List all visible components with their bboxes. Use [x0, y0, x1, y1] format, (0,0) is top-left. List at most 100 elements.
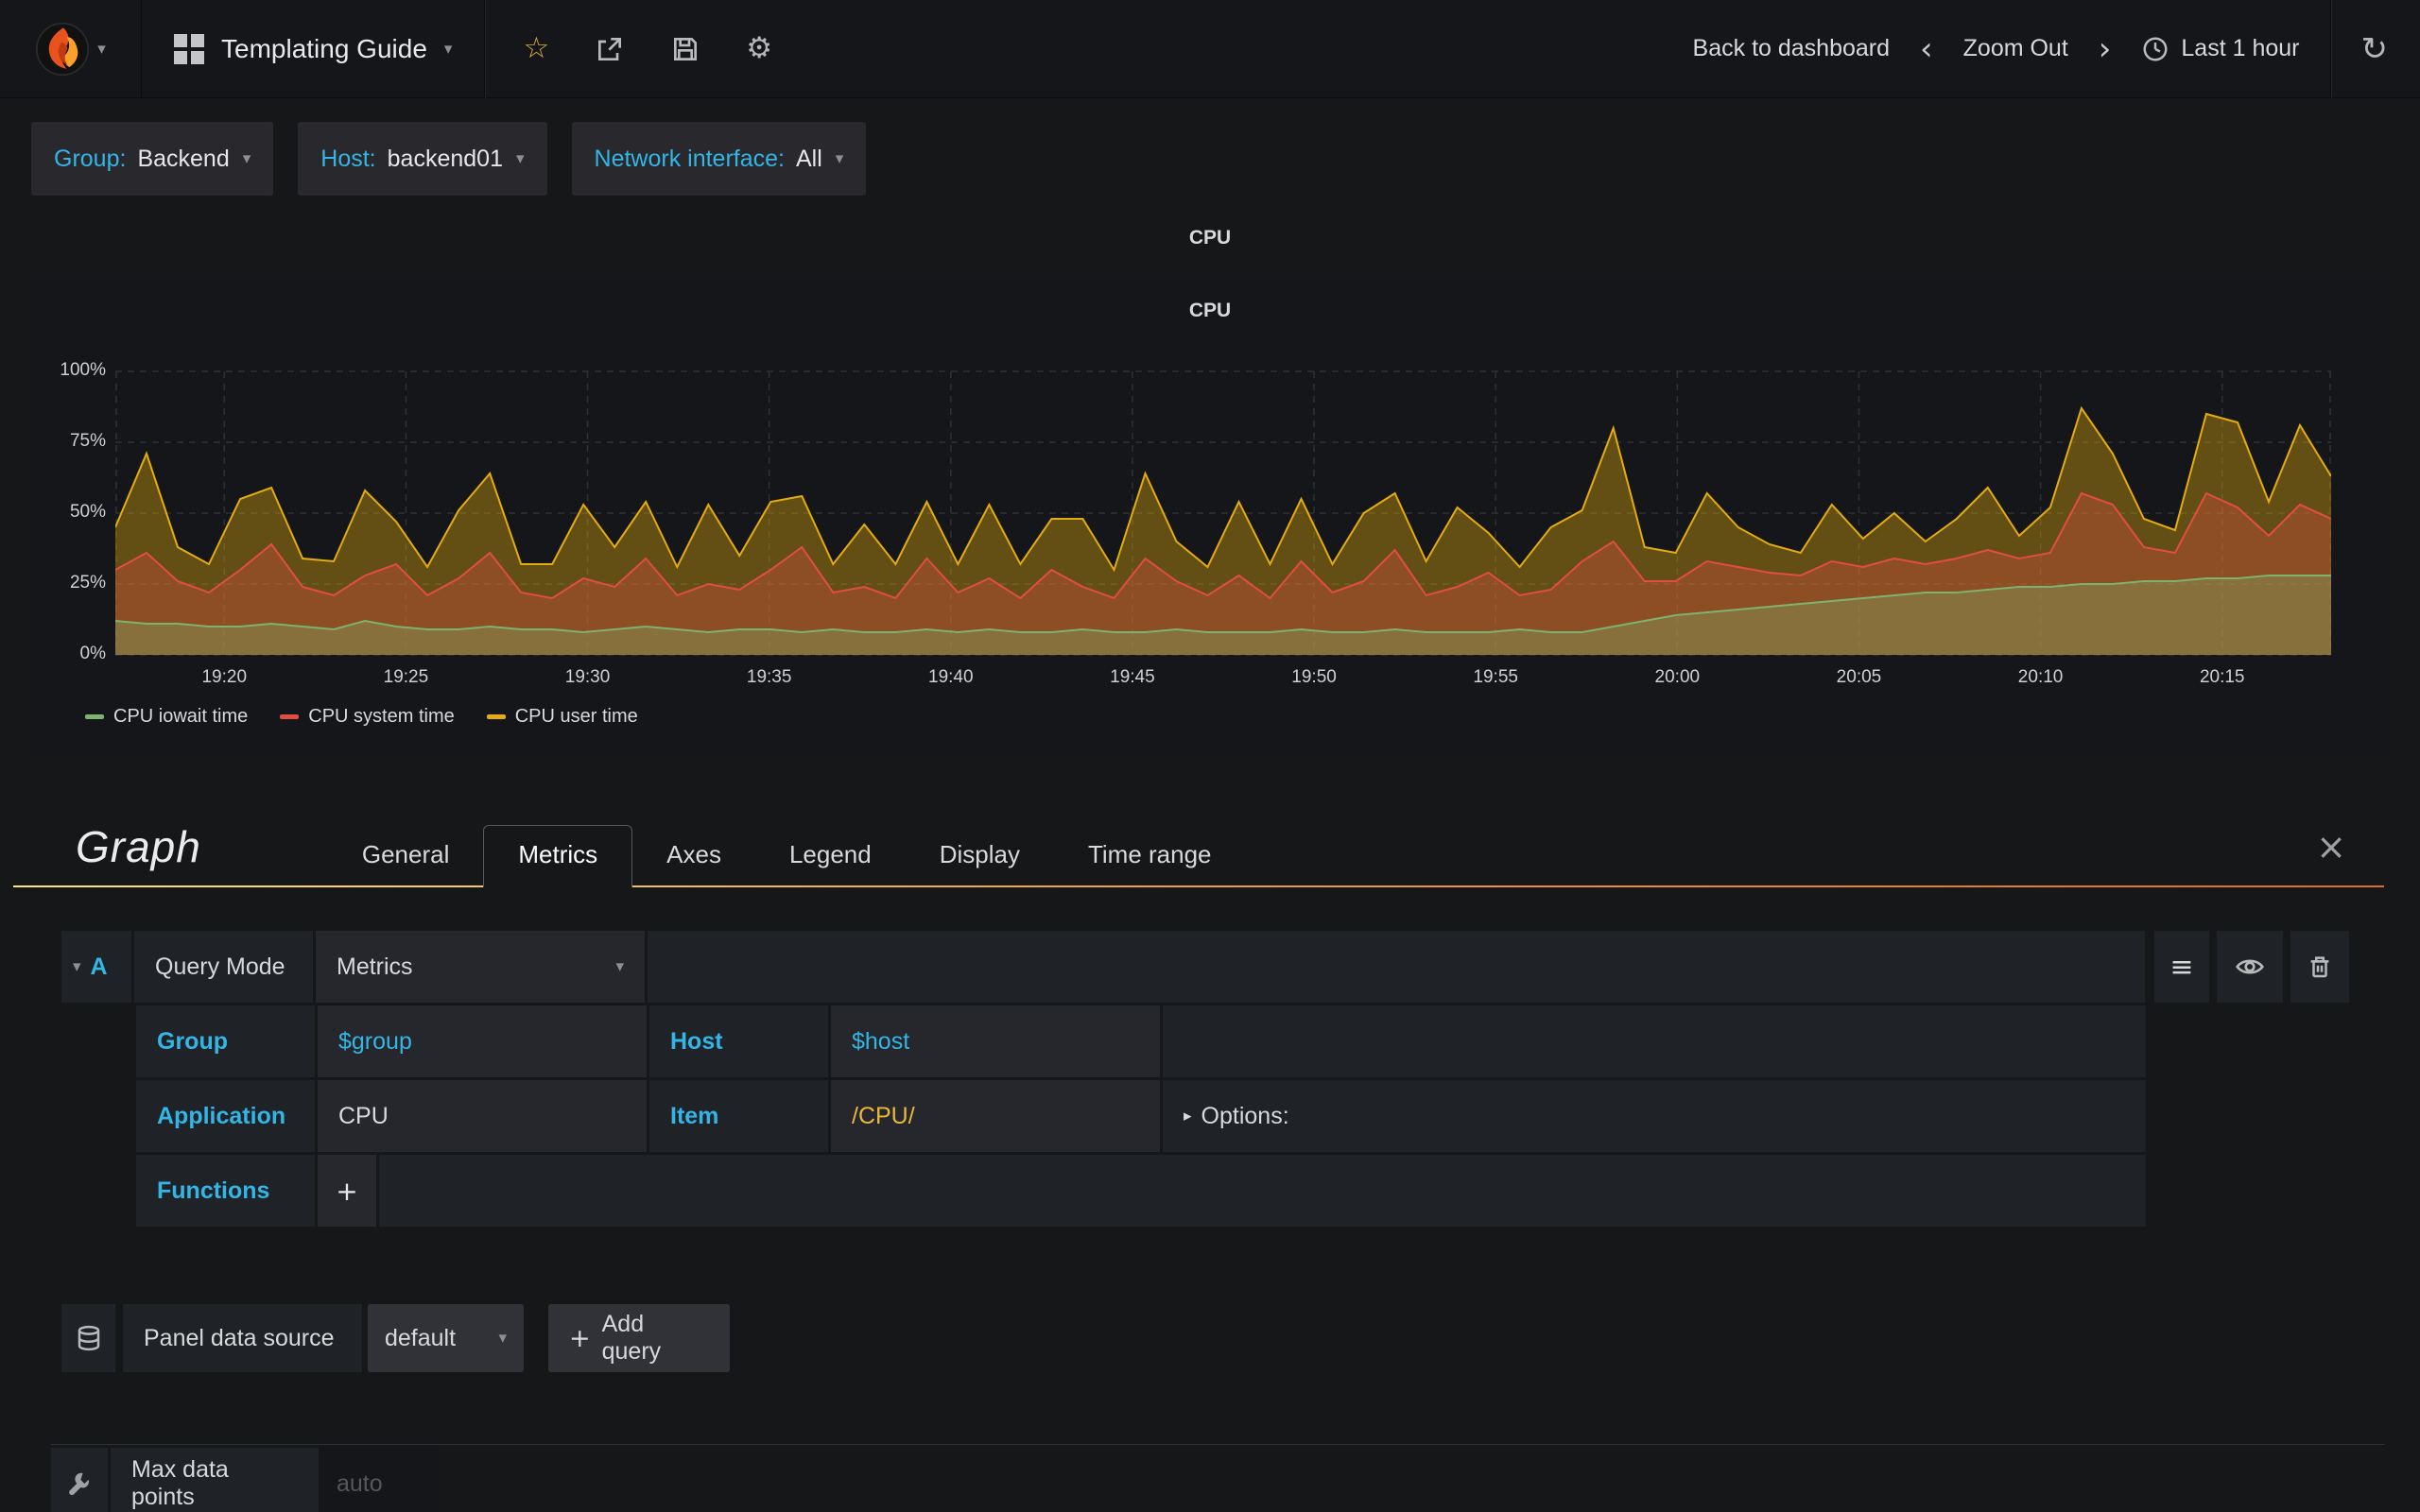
y-axis-tick: 25% — [69, 573, 106, 593]
grafana-flame-icon — [36, 22, 90, 76]
cpu-graph[interactable] — [115, 370, 2331, 656]
title-caret-icon: ▾ — [443, 39, 453, 59]
max-data-points-input[interactable] — [321, 1448, 439, 1512]
star-icon[interactable]: ☆ — [523, 34, 549, 63]
variable-dropdown-host[interactable]: Host: backend01 ▾ — [298, 122, 547, 196]
x-axis-tick: 19:30 — [564, 667, 611, 687]
caret-down-icon: ▾ — [242, 149, 251, 168]
query-row-application-item: Application CPU Item /CPU/ ▸ Options: — [136, 1080, 2146, 1152]
variable-label: Network interface: — [594, 145, 785, 172]
navbar-divider — [2329, 0, 2331, 98]
dashboard-title-dropdown[interactable]: Templating Guide ▾ — [142, 0, 484, 97]
panel-header-title[interactable]: CPU — [0, 222, 2420, 254]
time-range-picker[interactable]: Last 1 hour — [2141, 35, 2300, 63]
x-axis-tick: 19:55 — [1473, 667, 1518, 687]
legend-item[interactable]: CPU system time — [280, 706, 455, 728]
grafana-logo[interactable]: ▾ — [0, 0, 142, 97]
legend-swatch — [280, 714, 300, 719]
add-function-button[interactable]: + — [318, 1155, 376, 1227]
plus-icon: + — [569, 1323, 591, 1353]
variable-value: backend01 — [387, 145, 503, 172]
max-data-points-label: Max data points — [111, 1448, 319, 1512]
close-editor-icon[interactable]: × — [2316, 826, 2346, 868]
legend-label: CPU user time — [514, 706, 638, 727]
application-field-value: CPU — [338, 1102, 389, 1129]
back-to-dashboard-button[interactable]: Back to dashboard — [1693, 35, 1890, 62]
time-shift-left-icon[interactable]: ‹ — [1920, 33, 1933, 65]
top-navbar: ▾ Templating Guide ▾ ☆ ⚙ Back to dashboa… — [0, 0, 2420, 98]
caret-down-icon: ▾ — [515, 149, 525, 168]
query-collapse-toggle[interactable]: ▾ A — [61, 931, 131, 1003]
tab-time-range[interactable]: Time range — [1054, 826, 1246, 885]
item-field-input[interactable]: /CPU/ — [831, 1080, 1160, 1152]
legend-swatch — [486, 714, 506, 719]
variable-label: Group: — [54, 145, 127, 172]
x-axis-tick: 19:45 — [1110, 667, 1155, 687]
datasource-label: Panel data source — [123, 1304, 362, 1372]
time-range-label: Last 1 hour — [2181, 35, 2300, 61]
query-mode-value: Metrics — [337, 953, 413, 980]
caret-down-icon: ▾ — [835, 149, 844, 168]
database-icon — [78, 1325, 99, 1351]
options-icon-cell — [51, 1448, 108, 1512]
add-query-button[interactable]: + Add query — [548, 1304, 730, 1372]
tab-axes[interactable]: Axes — [632, 826, 755, 885]
y-axis-tick: 100% — [60, 360, 106, 380]
query-row-main: ▾ A Query Mode Metrics ▾ ≡ — [61, 931, 2349, 1003]
x-axis-tick: 20:00 — [1654, 667, 1701, 687]
query-toggle-visibility-button[interactable] — [2217, 931, 2283, 1003]
x-axis-tick: 19:35 — [746, 667, 792, 687]
query-row-spacer — [1163, 1005, 2146, 1077]
tab-display[interactable]: Display — [906, 826, 1054, 885]
application-field-input[interactable]: CPU — [318, 1080, 647, 1152]
x-axis-tick: 19:20 — [201, 667, 248, 687]
query-mode-label: Query Mode — [134, 931, 313, 1003]
chart-legend: CPU iowait time CPU system time CPU user t… — [85, 706, 638, 728]
trash-icon — [2310, 956, 2329, 978]
datasource-icon-cell — [61, 1304, 115, 1372]
chart-title: CPU — [1188, 300, 1232, 321]
query-row-functions: Functions + — [136, 1155, 2146, 1227]
variable-label: Host: — [320, 145, 376, 172]
tab-metrics[interactable]: Metrics — [483, 825, 633, 887]
x-axis-tick: 20:10 — [2017, 667, 2064, 687]
zoom-out-button[interactable]: Zoom Out — [1963, 35, 2068, 62]
item-field-label: Item — [649, 1080, 828, 1152]
group-field-value: $group — [338, 1027, 412, 1055]
clock-icon — [2143, 37, 2168, 60]
datasource-row: Panel data source default ▾ + Add query — [61, 1304, 2407, 1372]
query-menu-button[interactable]: ≡ — [2154, 931, 2209, 1003]
x-axis-tick: 20:05 — [1836, 667, 1882, 687]
legend-item[interactable]: CPU user time — [486, 706, 638, 728]
share-icon[interactable] — [595, 34, 625, 64]
variable-value: All — [795, 145, 822, 172]
variable-dropdown-network-interface[interactable]: Network interface: All ▾ — [571, 122, 867, 196]
variable-dropdown-group[interactable]: Group: Backend ▾ — [31, 122, 274, 196]
dropdown-caret-icon: ▾ — [615, 957, 624, 976]
wrench-icon — [69, 1472, 89, 1496]
settings-gear-icon[interactable]: ⚙ — [746, 34, 772, 63]
legend-item[interactable]: CPU iowait time — [85, 706, 248, 728]
group-field-label: Group — [136, 1005, 315, 1077]
y-axis-tick: 75% — [69, 431, 106, 451]
panel-editor: Graph General Metrics Axes Legend Display Tim… — [13, 808, 2407, 1512]
save-icon[interactable] — [670, 34, 700, 64]
tab-general[interactable]: General — [328, 826, 484, 885]
refresh-icon[interactable]: ↻ — [2361, 33, 2389, 65]
collapse-caret-icon: ▾ — [73, 957, 81, 976]
y-axis-tick: 50% — [69, 502, 106, 522]
group-field-input[interactable]: $group — [318, 1005, 647, 1077]
options-toggle[interactable]: ▸ Options: — [1163, 1080, 2146, 1152]
datasource-select[interactable]: default ▾ — [368, 1304, 524, 1372]
eye-icon — [2236, 959, 2264, 974]
options-label: Options: — [1201, 1102, 1289, 1129]
host-field-label: Host — [649, 1005, 828, 1077]
tab-legend[interactable]: Legend — [755, 826, 906, 885]
query-mode-select[interactable]: Metrics ▾ — [316, 931, 645, 1003]
time-shift-right-icon[interactable]: › — [2099, 33, 2112, 65]
functions-label: Functions — [136, 1155, 315, 1227]
host-field-input[interactable]: $host — [831, 1005, 1160, 1077]
host-field-value: $host — [852, 1027, 910, 1055]
query-row-spacer — [648, 931, 2145, 1003]
query-delete-button[interactable] — [2290, 931, 2349, 1003]
